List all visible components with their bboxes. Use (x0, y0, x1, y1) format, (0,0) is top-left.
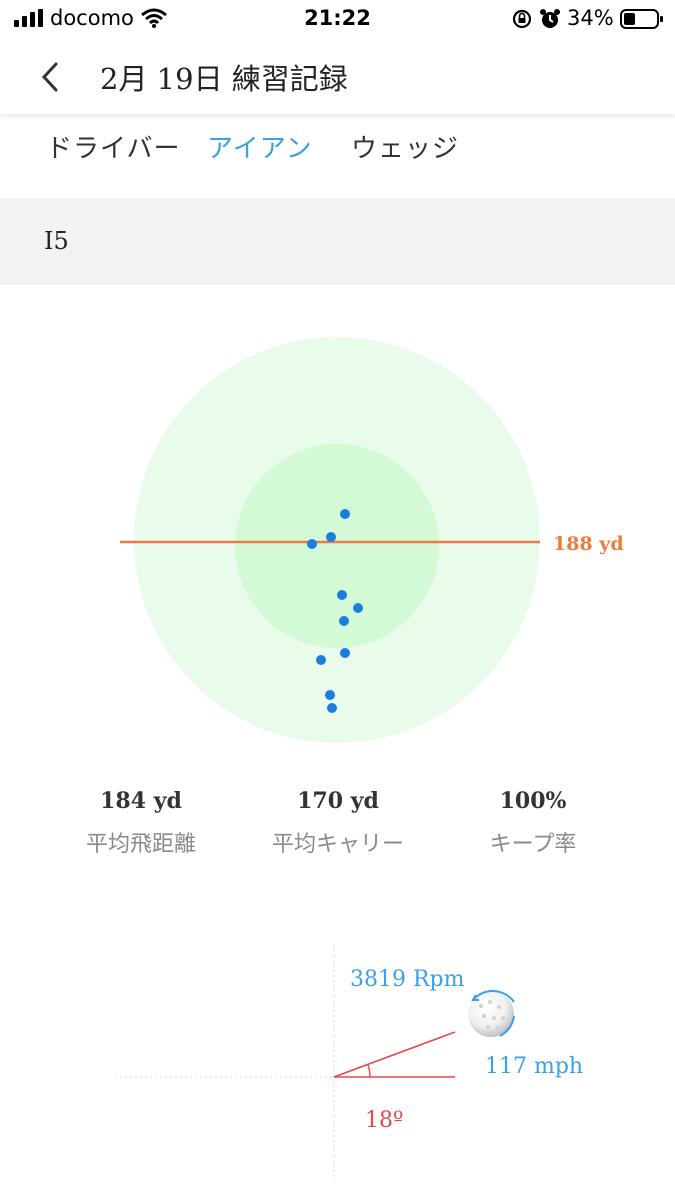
battery-icon (620, 9, 663, 29)
page-title: 2月 19日 練習記録 (100, 62, 348, 96)
battery-percent: 34% (567, 6, 614, 30)
shot-dot (316, 655, 326, 665)
shot-dot (327, 703, 337, 713)
stat-label: 平均キャリー (271, 832, 404, 857)
target-distance-label: 188 yd (553, 533, 624, 555)
stat-keep-rate: 100% キープ率 (433, 788, 633, 858)
shot-dot (340, 509, 350, 519)
stat-avg-carry: 170 yd 平均キャリー (238, 788, 438, 858)
club-section-header: I5 (0, 198, 675, 285)
shot-dot (307, 539, 317, 549)
tab-driver[interactable]: ドライバー (46, 128, 180, 165)
stat-label: 平均飛距離 (85, 832, 196, 857)
tab-wedge[interactable]: ウェッジ (351, 128, 459, 165)
status-bar: docomo 21:22 34% (0, 0, 675, 38)
shot-dot (353, 603, 363, 613)
stat-avg-distance: 184 yd 平均飛距離 (41, 788, 241, 858)
shot-dot (325, 690, 335, 700)
tab-iron[interactable]: アイアン (207, 128, 313, 165)
stat-value: 170 yd (297, 788, 379, 814)
stat-value: 184 yd (100, 788, 182, 814)
shot-dot (337, 590, 347, 600)
launch-diagram: 18º 3819 Rpm 117 mph (115, 945, 583, 1178)
back-chevron-icon[interactable] (38, 60, 64, 94)
alarm-icon (540, 9, 560, 28)
rotation-lock-icon (512, 9, 532, 29)
launch-angle-label: 18º (365, 1108, 403, 1133)
launch-angle-line (333, 1031, 456, 1078)
spin-rate-label: 3819 Rpm (350, 967, 465, 992)
shot-dot (340, 648, 350, 658)
stat-value: 100% (499, 788, 567, 814)
inner-target-ring (235, 444, 439, 648)
nav-bar: 2月 19日 練習記録 (0, 38, 675, 114)
club-name: I5 (44, 227, 69, 255)
shot-dot (326, 532, 336, 542)
golf-ball-icon (468, 989, 515, 1037)
shot-dot (339, 616, 349, 626)
shot-dispersion-chart: 188 yd (120, 337, 624, 743)
stat-label: キープ率 (489, 832, 577, 857)
stats-row: 184 yd 平均飛距離 170 yd 平均キャリー 100% キープ率 (0, 788, 675, 878)
angle-arc (367, 1064, 371, 1078)
club-type-tabs: ドライバー アイアン ウェッジ (0, 118, 675, 188)
ball-speed-label: 117 mph (485, 1054, 583, 1079)
